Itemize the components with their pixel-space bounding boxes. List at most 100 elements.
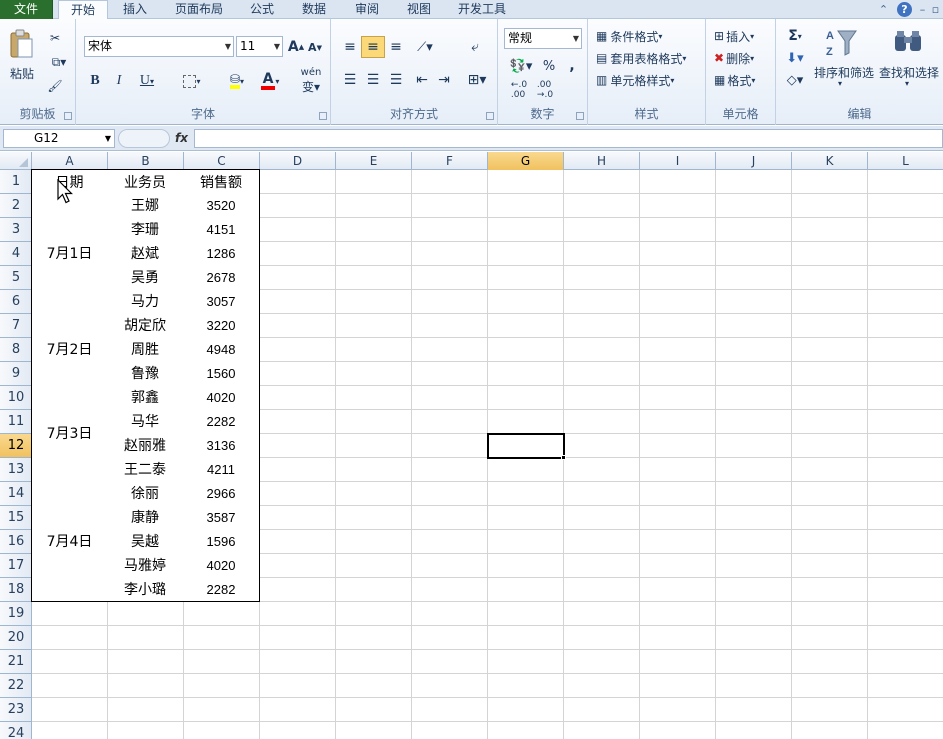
align-center-icon[interactable]: ☰: [361, 69, 385, 91]
align-left-icon[interactable]: ☰: [339, 69, 361, 91]
row-header-9[interactable]: 9: [0, 362, 32, 386]
row-header-7[interactable]: 7: [0, 314, 32, 338]
row-header-12[interactable]: 12: [0, 434, 32, 458]
decrease-decimal-icon[interactable]: .00 →.0: [532, 79, 558, 101]
row-header-17[interactable]: 17: [0, 554, 32, 578]
column-header-d[interactable]: D: [260, 152, 336, 170]
column-header-c[interactable]: C: [184, 152, 260, 170]
salesperson-cell[interactable]: 周胜: [107, 337, 184, 362]
cell-styles-button[interactable]: ▥ 单元格样式 ▾: [596, 70, 702, 90]
align-bottom-icon[interactable]: ≡: [385, 36, 407, 58]
sales-cell[interactable]: 4211: [183, 457, 260, 482]
row-header-15[interactable]: 15: [0, 506, 32, 530]
row-header-21[interactable]: 21: [0, 650, 32, 674]
sales-cell[interactable]: 3587: [183, 505, 260, 530]
fill-handle[interactable]: [561, 455, 566, 460]
salesperson-cell[interactable]: 马华: [107, 409, 184, 434]
formula-bar-handle[interactable]: [118, 129, 170, 148]
sales-cell[interactable]: 1286: [183, 241, 260, 266]
date-merged-cell[interactable]: 7月3日: [31, 385, 108, 482]
font-launcher-icon[interactable]: [319, 112, 327, 120]
align-right-icon[interactable]: ☰: [385, 69, 407, 91]
row-header-22[interactable]: 22: [0, 674, 32, 698]
tab-home[interactable]: 开始: [58, 0, 108, 20]
sales-cell[interactable]: 3057: [183, 289, 260, 314]
percent-style-button[interactable]: %: [540, 55, 558, 77]
salesperson-cell[interactable]: 赵丽雅: [107, 433, 184, 458]
column-header-e[interactable]: E: [336, 152, 412, 170]
salesperson-cell[interactable]: 吴勇: [107, 265, 184, 290]
sales-cell[interactable]: 3220: [183, 313, 260, 338]
format-as-table-button[interactable]: ▤ 套用表格格式 ▾: [596, 48, 706, 68]
help-icon[interactable]: ?: [897, 2, 912, 17]
row-header-5[interactable]: 5: [0, 266, 32, 290]
name-box-dropdown-icon[interactable]: ▼: [105, 130, 111, 147]
number-launcher-icon[interactable]: [576, 112, 584, 120]
salesperson-cell[interactable]: 王二泰: [107, 457, 184, 482]
row-header-20[interactable]: 20: [0, 626, 32, 650]
sales-cell[interactable]: 4020: [183, 385, 260, 410]
column-header-f[interactable]: F: [412, 152, 488, 170]
phonetic-guide-button[interactable]: wén 变▾: [296, 67, 326, 94]
accounting-format-icon[interactable]: 💱▾: [506, 55, 536, 77]
salesperson-cell[interactable]: 吴越: [107, 529, 184, 554]
align-middle-icon[interactable]: ≡: [361, 36, 385, 58]
insert-function-icon[interactable]: fx: [175, 129, 191, 148]
select-all-button[interactable]: [0, 152, 32, 170]
font-name-dropdown[interactable]: 宋体 ▼: [84, 36, 234, 57]
date-merged-cell[interactable]: 7月2日: [31, 313, 108, 386]
format-cells-button[interactable]: ▦ 格式 ▾: [714, 70, 774, 90]
grow-font-icon[interactable]: A ▲: [287, 36, 305, 57]
salesperson-cell[interactable]: 王娜: [107, 193, 184, 218]
formula-input[interactable]: [194, 129, 943, 148]
row-header-4[interactable]: 4: [0, 242, 32, 266]
tab-data[interactable]: 数据: [292, 0, 336, 19]
alignment-launcher-icon[interactable]: [486, 112, 494, 120]
row-header-14[interactable]: 14: [0, 482, 32, 506]
tab-insert[interactable]: 插入: [113, 0, 157, 19]
orientation-icon[interactable]: ⟋▾: [411, 36, 439, 58]
minimize-ribbon-icon[interactable]: ⌃: [876, 2, 891, 17]
comma-style-button[interactable]: ,: [564, 55, 580, 77]
row-header-18[interactable]: 18: [0, 578, 32, 602]
format-painter-icon[interactable]: 🖌: [46, 77, 64, 95]
sales-cell[interactable]: 2282: [183, 409, 260, 434]
shrink-font-icon[interactable]: A ▼: [307, 38, 323, 57]
paste-label[interactable]: 粘贴: [10, 65, 34, 82]
decrease-indent-icon[interactable]: ⇤: [411, 69, 433, 91]
sort-filter-arrow-icon[interactable]: ▾: [838, 79, 842, 88]
autosum-button[interactable]: Σ ▾: [782, 26, 808, 46]
find-select-arrow-icon[interactable]: ▾: [905, 79, 909, 88]
row-header-10[interactable]: 10: [0, 386, 32, 410]
row-header-2[interactable]: 2: [0, 194, 32, 218]
clipboard-launcher-icon[interactable]: [64, 112, 72, 120]
cut-icon[interactable]: ✂: [46, 29, 64, 47]
row-header-19[interactable]: 19: [0, 602, 32, 626]
salesperson-cell[interactable]: 郭鑫: [107, 385, 184, 410]
column-header-k[interactable]: K: [792, 152, 868, 170]
salesperson-cell[interactable]: 鲁豫: [107, 361, 184, 386]
number-format-dropdown[interactable]: 常规 ▼: [504, 28, 582, 49]
salesperson-cell[interactable]: 李珊: [107, 217, 184, 242]
tab-formulas[interactable]: 公式: [240, 0, 284, 19]
header-cell[interactable]: 销售额: [183, 169, 260, 194]
salesperson-cell[interactable]: 李小璐: [107, 577, 184, 602]
salesperson-cell[interactable]: 赵斌: [107, 241, 184, 266]
row-header-8[interactable]: 8: [0, 338, 32, 362]
sales-cell[interactable]: 2966: [183, 481, 260, 506]
font-size-dropdown[interactable]: 11 ▼: [236, 36, 283, 57]
sales-cell[interactable]: 4948: [183, 337, 260, 362]
italic-button[interactable]: I: [110, 70, 128, 92]
tab-developer[interactable]: 开发工具: [450, 0, 514, 19]
find-select-icon[interactable]: [892, 26, 924, 58]
column-header-l[interactable]: L: [868, 152, 943, 170]
merge-center-icon[interactable]: ⊞▾: [463, 69, 491, 91]
row-header-13[interactable]: 13: [0, 458, 32, 482]
row-header-16[interactable]: 16: [0, 530, 32, 554]
column-header-h[interactable]: H: [564, 152, 640, 170]
copy-icon[interactable]: ⧉▾: [46, 53, 72, 71]
column-header-j[interactable]: J: [716, 152, 792, 170]
sales-cell[interactable]: 3136: [183, 433, 260, 458]
window-restore-icon[interactable]: ▫: [928, 2, 943, 17]
salesperson-cell[interactable]: 胡定欣: [107, 313, 184, 338]
